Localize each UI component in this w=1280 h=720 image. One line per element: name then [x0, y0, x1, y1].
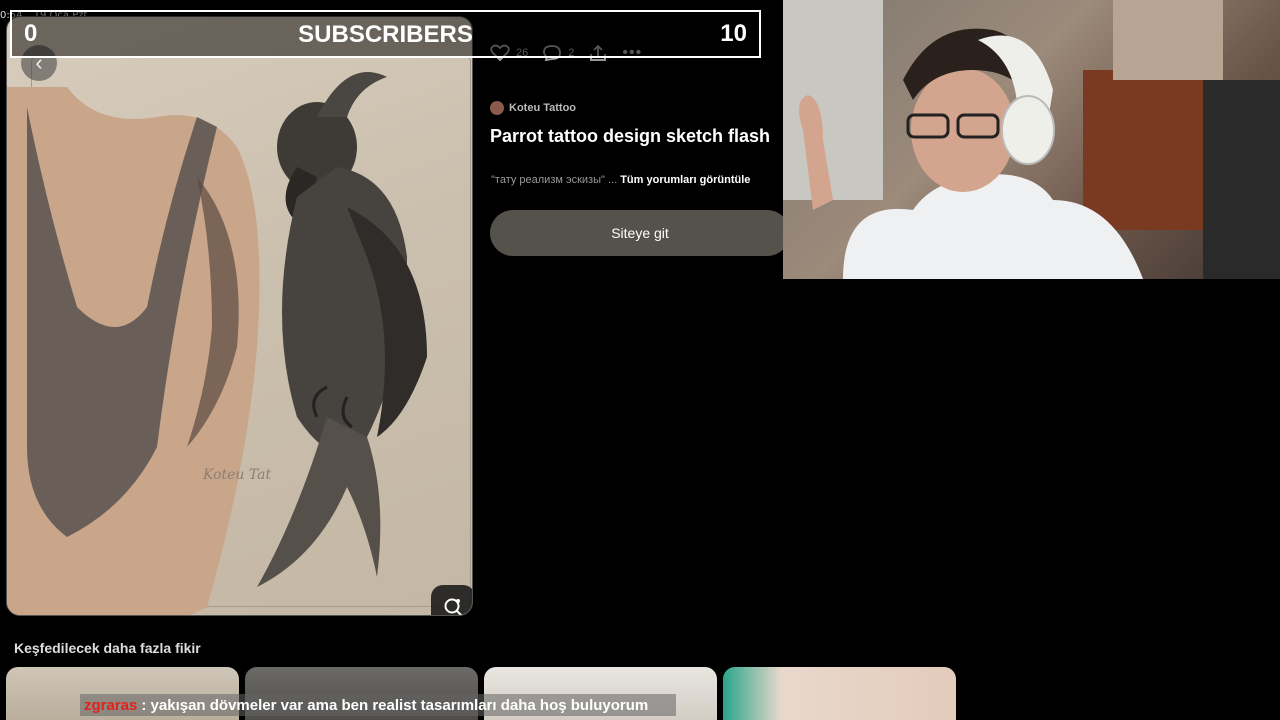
visual-search-icon [444, 598, 463, 615]
visual-search-button[interactable] [431, 585, 472, 615]
artist-signature: Koteu Tat [203, 467, 272, 483]
pin-title: Parrot tattoo design sketch flash [490, 126, 771, 146]
streamer-webcam-image [783, 0, 1280, 279]
idea-thumbnail[interactable] [723, 667, 956, 720]
pin-creator[interactable]: Koteu Tattoo [490, 101, 576, 115]
chat-text: : yakışan dövmeler var ama ben realist t… [141, 696, 649, 714]
subscriber-goal-overlay: 0 SUBSCRIBERS 10 [10, 10, 761, 58]
creator-name: Koteu Tattoo [509, 102, 577, 114]
chat-username: zgraras [84, 696, 138, 714]
parrot-sketch [257, 72, 427, 587]
creator-avatar [490, 101, 504, 115]
chat-message: zgraras : yakışan dövmeler var ama ben r… [80, 694, 677, 716]
comment-preview: "тату реализм эскизы" ... Tüm yorumları … [491, 174, 783, 186]
comment-text: "тату реализм эскизы" ... [491, 174, 618, 186]
view-all-comments-link[interactable]: Tüm yorumları görüntüle [620, 174, 750, 186]
more-ideas-heading: Keşfedilecek daha fazla fikir [14, 640, 201, 656]
subscriber-title: SUBSCRIBERS [298, 21, 473, 48]
visit-site-button[interactable]: Siteye git [490, 210, 790, 256]
tattoo-model-illustration [7, 87, 260, 615]
pin-image[interactable]: Koteu Tat ‹ [6, 16, 473, 616]
webcam-feed [783, 0, 1280, 279]
